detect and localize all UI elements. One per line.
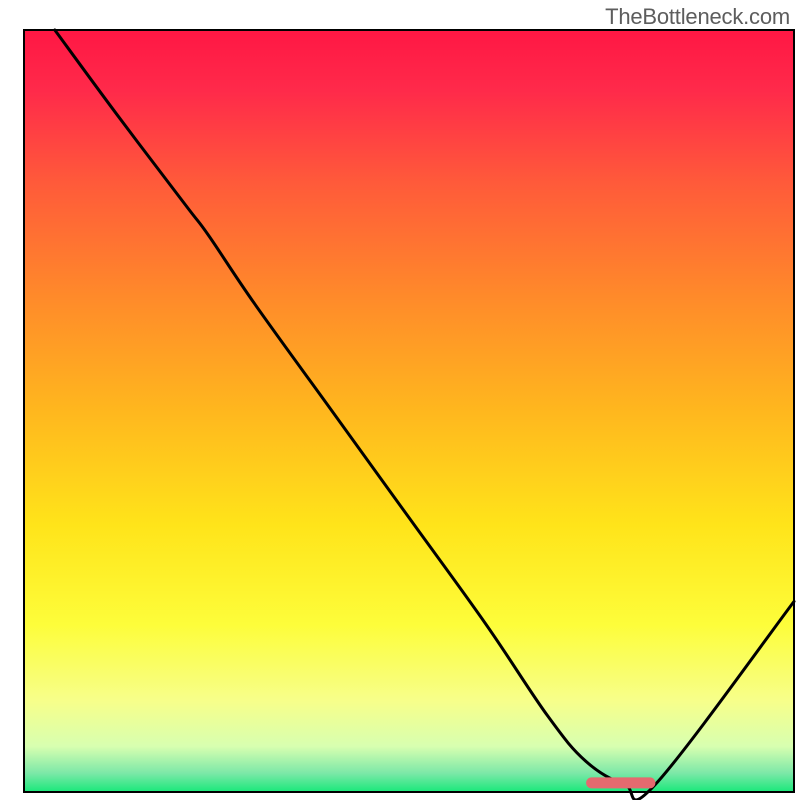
optimal-marker	[586, 777, 655, 788]
watermark-text: TheBottleneck.com	[605, 4, 790, 30]
bottleneck-chart	[0, 0, 800, 800]
plot-area	[24, 30, 794, 800]
